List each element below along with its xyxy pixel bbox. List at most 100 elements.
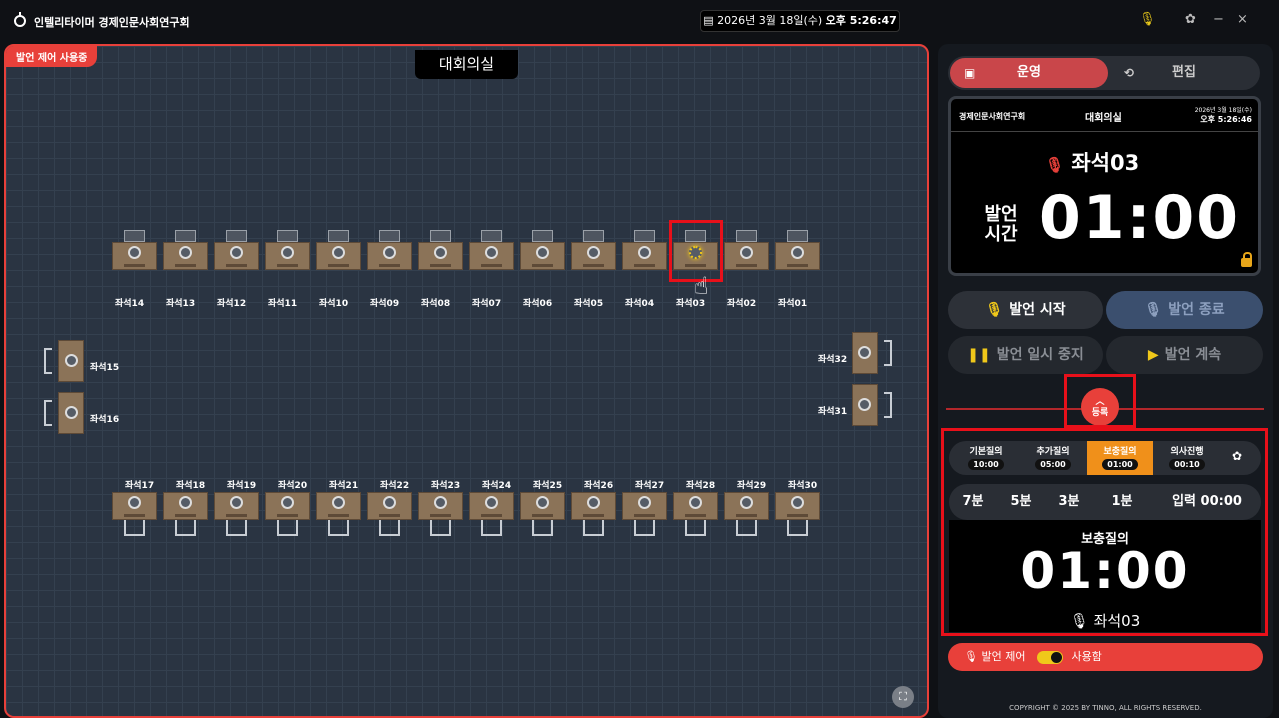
- seat-top-3[interactable]: [214, 230, 259, 274]
- seat-label: 좌석02: [727, 299, 757, 309]
- seat-bottom-3[interactable]: [214, 492, 259, 536]
- seat-label: 좌석11: [268, 299, 298, 309]
- seat-bottom-4[interactable]: [265, 492, 310, 536]
- seat-top-5[interactable]: [316, 230, 361, 274]
- seat-bottom-8[interactable]: [469, 492, 514, 536]
- seat-bottom-5[interactable]: [316, 492, 361, 536]
- pointer-hand-icon: ☝: [694, 272, 709, 300]
- mic-icon[interactable]: 🎙: [1139, 12, 1156, 27]
- seat-top-14[interactable]: [775, 230, 820, 274]
- seat-bottom-11[interactable]: [622, 492, 667, 536]
- speech-control-bar[interactable]: 🎙 발언 제어 사용함: [948, 643, 1263, 671]
- seat-bottom-12[interactable]: [673, 492, 718, 536]
- seat-label: 좌석05: [574, 299, 604, 309]
- seat-top-9[interactable]: [520, 230, 565, 274]
- desk-bar: [685, 514, 706, 517]
- seat-label: 좌석19: [227, 481, 257, 491]
- desk-bar: [481, 264, 502, 267]
- pause-speech-button[interactable]: ❚❚ 발언 일시 중지: [948, 336, 1103, 374]
- floor-plan: 발언 제어 사용중 대회의실 좌석14 좌석13 좌석12 좌석11 좌석10 좌석09 좌…: [4, 44, 929, 718]
- seat-top-13[interactable]: [724, 230, 769, 274]
- display-speaker: 🎙 좌석03: [1045, 147, 1139, 177]
- seat-bottom-14[interactable]: [775, 492, 820, 536]
- desk-bar: [226, 514, 247, 517]
- seat-top-10[interactable]: [571, 230, 616, 274]
- mode-toggle: ▣ 운영 ⟲ 편집: [948, 56, 1260, 90]
- chair: [430, 520, 451, 536]
- speech-control-state: 사용함: [1071, 650, 1102, 663]
- desk-bar: [175, 514, 196, 517]
- copyright-text: COPYRIGHT © 2025 BY TINNO, ALL RIGHTS RE…: [1009, 704, 1202, 712]
- seat-label: 좌석25: [533, 481, 563, 491]
- seat-label: 좌석18: [176, 481, 206, 491]
- seat-label: 좌석07: [472, 299, 502, 309]
- desk-bar: [787, 514, 808, 517]
- start-speech-label: 발언 시작: [1009, 302, 1066, 318]
- chair: [124, 230, 145, 242]
- chair: [226, 230, 247, 242]
- speech-control-toggle[interactable]: [1036, 650, 1063, 664]
- seat-bottom-1[interactable]: [112, 492, 157, 536]
- edit-mode-button[interactable]: ⟲ 편집: [1110, 58, 1258, 88]
- desk-bar: [124, 264, 145, 267]
- speech-control-label: 발언 제어: [981, 650, 1026, 663]
- chair: [884, 340, 892, 366]
- power-logo-icon: [14, 12, 26, 27]
- seat-right-1[interactable]: [850, 332, 892, 374]
- seat-label: 좌석22: [380, 481, 410, 491]
- time-text: 오후 5:26:47: [825, 14, 897, 27]
- chair: [583, 520, 604, 536]
- operation-mode-button[interactable]: ▣ 운영: [950, 58, 1108, 88]
- seat-left-1[interactable]: [44, 340, 86, 382]
- gear-icon[interactable]: ✿: [1185, 12, 1196, 27]
- seat-label: 좌석23: [431, 481, 461, 491]
- register-highlight: [1064, 374, 1136, 428]
- seat-top-1[interactable]: [112, 230, 157, 274]
- chair: [685, 520, 706, 536]
- mic-icon: 🎙: [964, 650, 978, 663]
- seat-bottom-10[interactable]: [571, 492, 616, 536]
- seat-top-4[interactable]: [265, 230, 310, 274]
- mic-icon: [485, 496, 498, 509]
- resume-speech-label: 발언 계속: [1164, 347, 1222, 363]
- desk-bar: [379, 264, 400, 267]
- minimize-button[interactable]: −: [1213, 12, 1224, 27]
- display-time: 오후 5:26:46: [1200, 115, 1252, 124]
- mic-icon: [638, 246, 651, 259]
- mic-icon: [281, 246, 294, 259]
- seat-top-7[interactable]: [418, 230, 463, 274]
- seat-bottom-6[interactable]: [367, 492, 412, 536]
- desk-bar: [736, 264, 757, 267]
- end-speech-button[interactable]: 🎙 발언 종료: [1106, 291, 1263, 329]
- seat-top-2[interactable]: [163, 230, 208, 274]
- chair: [736, 230, 757, 242]
- start-speech-button[interactable]: 🎙 발언 시작: [948, 291, 1103, 329]
- desk-bar: [787, 264, 808, 267]
- seat-top-6[interactable]: [367, 230, 412, 274]
- seat-bottom-13[interactable]: [724, 492, 769, 536]
- mic-icon: [128, 496, 141, 509]
- seat-bottom-2[interactable]: [163, 492, 208, 536]
- resume-speech-button[interactable]: ▶ 발언 계속: [1106, 336, 1263, 374]
- seat-top-8[interactable]: [469, 230, 514, 274]
- mic-icon: [383, 246, 396, 259]
- fullscreen-icon[interactable]: ⛶: [892, 686, 914, 708]
- seat-label: 좌석16: [90, 415, 120, 425]
- chair: [175, 520, 196, 536]
- seat-label: 좌석32: [818, 355, 848, 365]
- mic-icon: [791, 496, 804, 509]
- seat-label: 좌석10: [319, 299, 349, 309]
- mic-icon: [281, 496, 294, 509]
- close-button[interactable]: ×: [1237, 12, 1248, 27]
- chair: [787, 230, 808, 242]
- seat-left-2[interactable]: [44, 392, 86, 434]
- seat-label: 좌석15: [90, 363, 120, 373]
- chair: [124, 520, 145, 536]
- seat-bottom-9[interactable]: [520, 492, 565, 536]
- mic-icon: [689, 496, 702, 509]
- seat-top-11[interactable]: [622, 230, 667, 274]
- desk-bar: [736, 514, 757, 517]
- seat-right-2[interactable]: [850, 384, 892, 426]
- seat-bottom-7[interactable]: [418, 492, 463, 536]
- seat-label: 좌석28: [686, 481, 716, 491]
